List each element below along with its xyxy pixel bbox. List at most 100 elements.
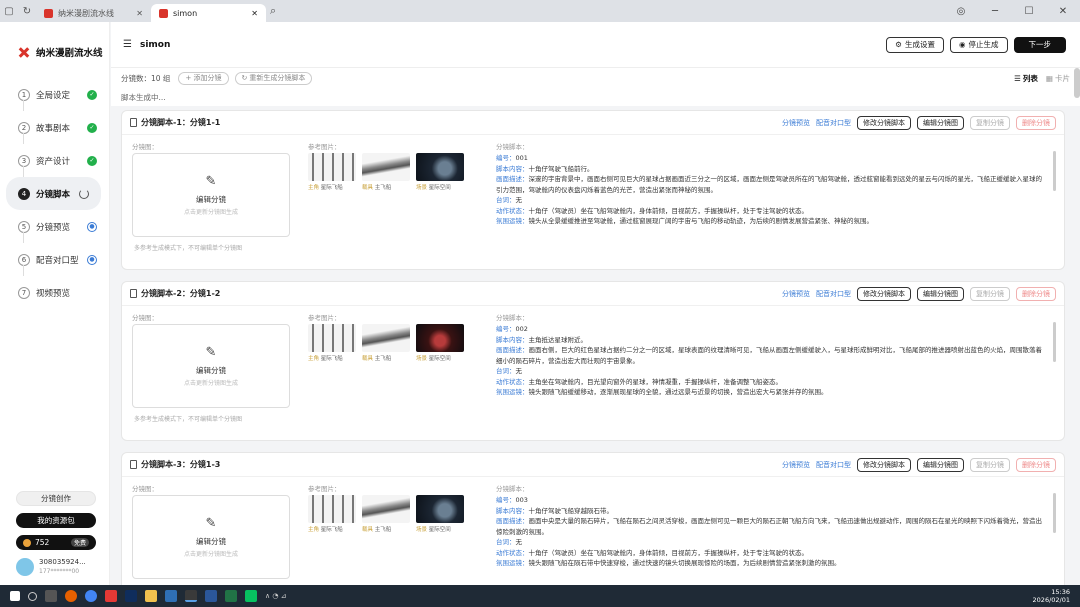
step-item-7[interactable]: 7 视频预览 xyxy=(0,276,109,309)
minimize-icon[interactable]: ─ xyxy=(978,6,1012,17)
page-scrollbar[interactable] xyxy=(1074,68,1080,98)
browser-tab-1[interactable]: 纳米漫剧流水线 ✕ xyxy=(36,4,151,22)
ref-tag: 主角 xyxy=(308,185,320,191)
card-view-toggle[interactable]: ▦ 卡片 xyxy=(1046,73,1070,84)
script-value: 002 xyxy=(515,325,528,333)
shot-preview-link[interactable]: 分镜预览 xyxy=(782,289,810,299)
close-window-icon[interactable]: ✕ xyxy=(1046,6,1080,17)
search-icon[interactable] xyxy=(28,591,37,601)
active-app-icon[interactable] xyxy=(185,590,197,602)
edit-shot-button[interactable]: 编辑分镜图 xyxy=(917,115,964,130)
menu-icon[interactable]: ☰ xyxy=(123,39,132,50)
app-icon[interactable] xyxy=(165,590,177,602)
edit-script-button[interactable]: 修改分镜脚本 xyxy=(857,457,911,472)
reload-icon[interactable]: ↻ xyxy=(18,6,36,17)
script-scrollbar[interactable] xyxy=(1053,322,1056,362)
wechat-icon[interactable] xyxy=(245,590,257,602)
favicon-icon xyxy=(44,8,53,18)
ref-name: 星际空间 xyxy=(428,356,451,362)
reference-image[interactable]: 场景 星际空间 xyxy=(416,324,464,362)
shot-preview-link[interactable]: 分镜预览 xyxy=(782,460,810,470)
delete-shot-button[interactable]: 删除分镜 xyxy=(1016,115,1056,130)
step-item-3[interactable]: 3 资产设计 ✓ xyxy=(0,144,109,177)
reference-image[interactable]: 主角 星际飞船 xyxy=(308,324,356,362)
community-button[interactable]: 分镜创作 xyxy=(16,491,96,506)
step-item-6[interactable]: 6 配音对口型 ● xyxy=(0,243,109,276)
globe-icon[interactable]: ◎ xyxy=(944,6,978,17)
script-value: 镜头跟随飞船在陨石带中快速穿梭，通过快速的镜头切换展现惊险的场面，为后续剧情营造… xyxy=(528,559,841,567)
avatar[interactable] xyxy=(16,558,34,576)
excel-icon[interactable] xyxy=(225,590,237,602)
edit-shot-button[interactable]: 编辑分镜图 xyxy=(917,457,964,472)
script-text: 编号：002 脚本内容：主角抵达星球附近。 画面描述：画面右侧，巨大的红色星球占… xyxy=(496,324,1044,398)
script-scrollbar[interactable] xyxy=(1053,493,1056,533)
credits-badge[interactable]: 752 免费 xyxy=(16,535,96,550)
regenerate-script-button[interactable]: ↻ 重新生成分镜脚本 xyxy=(234,71,313,85)
script-value: 无 xyxy=(515,538,523,546)
close-tab-icon[interactable]: ✕ xyxy=(136,9,143,18)
add-shot-button[interactable]: + 添加分镜 xyxy=(178,71,229,85)
edit-script-button[interactable]: 修改分镜脚本 xyxy=(857,286,911,301)
search-tab-icon[interactable]: ⌕ xyxy=(270,4,276,18)
folder-icon[interactable] xyxy=(145,590,157,602)
generation-settings-button[interactable]: ⚙ 生成设置 xyxy=(886,36,944,53)
chrome-icon[interactable] xyxy=(85,590,97,602)
card-title-text: 分镜脚本-1：分镜1-1 xyxy=(141,118,221,127)
edit-shot-area[interactable]: ✎ 编辑分镜 点击更新分镜图生成 xyxy=(132,495,290,579)
script-key: 台词： xyxy=(496,367,516,375)
script-key: 编号： xyxy=(496,496,516,504)
photoshop-icon[interactable] xyxy=(125,590,137,602)
browser-tab-2[interactable]: simon ✕ xyxy=(151,4,266,22)
copy-shot-button[interactable]: 复制分镜 xyxy=(970,115,1010,130)
reference-image[interactable]: 场景 星际空间 xyxy=(416,495,464,533)
app-icon[interactable] xyxy=(105,590,117,602)
edit-script-button[interactable]: 修改分镜脚本 xyxy=(857,115,911,130)
dubbing-link[interactable]: 配音对口型 xyxy=(816,460,851,470)
step-connector xyxy=(23,133,24,144)
browser-tabbar: ▢ ↻ 纳米漫剧流水线 ✕ simon ✕ ⌕ ◎ ─ ☐ ✕ xyxy=(0,0,1080,22)
resource-pack-button[interactable]: 我的资源包 xyxy=(16,513,96,528)
reference-images: 主角 星际飞船 载具 主飞船 场景 星际空间 xyxy=(308,495,464,533)
user-profile[interactable]: 308035924... 177*******00 xyxy=(16,557,96,585)
system-clock[interactable]: 15:36 2026/02/01 xyxy=(1033,588,1080,604)
word-icon[interactable] xyxy=(205,590,217,602)
edit-shot-area[interactable]: ✎ 编辑分镜 点击更新分镜图生成 xyxy=(132,153,290,237)
task-view-icon[interactable] xyxy=(45,590,57,602)
spaceship-thumbnail xyxy=(362,324,410,352)
app-logo[interactable]: 纳米漫剧流水线 xyxy=(0,22,109,66)
copy-shot-button[interactable]: 复制分镜 xyxy=(970,286,1010,301)
step-item-4[interactable]: 4 分镜脚本 xyxy=(6,177,101,210)
delete-shot-button[interactable]: 删除分镜 xyxy=(1016,286,1056,301)
reference-image[interactable]: 载具 主飞船 xyxy=(362,324,410,362)
reference-image[interactable]: 载具 主飞船 xyxy=(362,495,410,533)
delete-shot-button[interactable]: 删除分镜 xyxy=(1016,457,1056,472)
windows-start-icon[interactable] xyxy=(10,591,20,601)
header-actions: ⚙ 生成设置 ◉ 停止生成 下一步 xyxy=(886,36,1066,53)
reference-image[interactable]: 场景 星际空间 xyxy=(416,153,464,191)
document-icon xyxy=(130,118,137,127)
ref-tag: 主角 xyxy=(308,356,320,362)
system-tray[interactable]: ∧ ◔ ⊿ xyxy=(265,592,287,600)
firefox-icon[interactable] xyxy=(65,590,77,602)
step-item-5[interactable]: 5 分镜预览 ● xyxy=(0,210,109,243)
reference-image[interactable]: 主角 星际飞船 xyxy=(308,153,356,191)
shot-preview-link[interactable]: 分镜预览 xyxy=(782,118,810,128)
space-scene-thumbnail xyxy=(416,495,464,523)
script-scrollbar[interactable] xyxy=(1053,151,1056,191)
maximize-icon[interactable]: ☐ xyxy=(1012,6,1046,17)
step-item-2[interactable]: 2 故事剧本 ✓ xyxy=(0,111,109,144)
card-title-text: 分镜脚本-3：分镜1-3 xyxy=(141,460,221,469)
reference-image[interactable]: 主角 星际飞船 xyxy=(308,495,356,533)
window-icon[interactable]: ▢ xyxy=(0,6,18,17)
next-step-button[interactable]: 下一步 xyxy=(1013,36,1066,53)
reference-image[interactable]: 载具 主飞船 xyxy=(362,153,410,191)
dubbing-link[interactable]: 配音对口型 xyxy=(816,118,851,128)
stop-generation-button[interactable]: ◉ 停止生成 xyxy=(949,36,1008,53)
edit-shot-button[interactable]: 编辑分镜图 xyxy=(917,286,964,301)
edit-shot-area[interactable]: ✎ 编辑分镜 点击更新分镜图生成 xyxy=(132,324,290,408)
step-item-1[interactable]: 1 全局设定 ✓ xyxy=(0,78,109,111)
dubbing-link[interactable]: 配音对口型 xyxy=(816,289,851,299)
close-tab-icon[interactable]: ✕ xyxy=(251,9,258,18)
list-view-toggle[interactable]: ☰ 列表 xyxy=(1014,73,1038,84)
copy-shot-button[interactable]: 复制分镜 xyxy=(970,457,1010,472)
